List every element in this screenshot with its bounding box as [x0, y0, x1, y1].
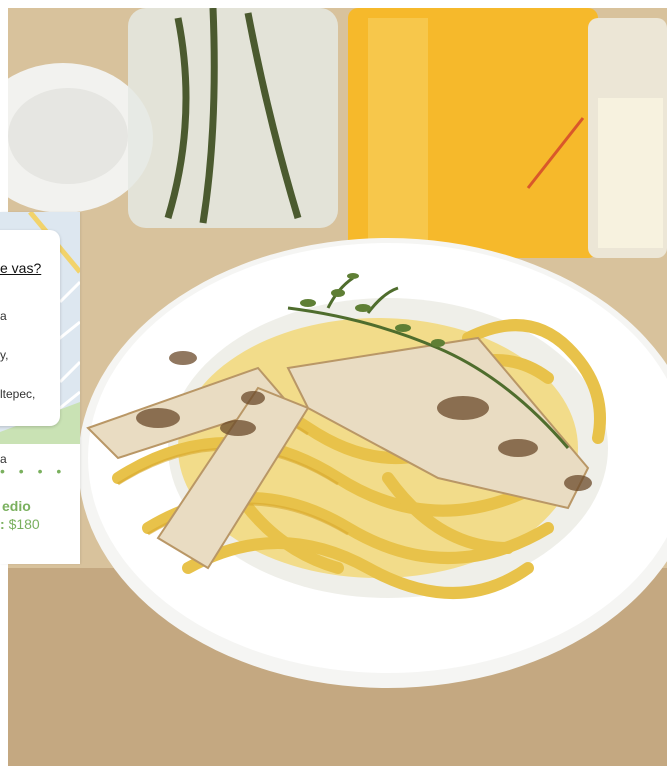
- address-lines: a y, ltepec, a: [0, 284, 35, 492]
- dot-separator: • • • •: [0, 463, 67, 479]
- price-prefix: :: [0, 516, 5, 532]
- address-line-3: ltepec,: [0, 387, 36, 401]
- price-value: $180: [8, 516, 40, 532]
- plan-price: : $180: [0, 516, 40, 532]
- plan-name: edio: [2, 498, 31, 514]
- location-question[interactable]: e vas?: [0, 260, 41, 276]
- address-line-1: a: [0, 309, 7, 323]
- address-line-2: y,: [0, 348, 9, 362]
- food-photo: [8, 8, 667, 766]
- pasta-illustration: [8, 8, 667, 766]
- plan-card: e vas? a y, ltepec, a • • • • edio : $18…: [0, 212, 80, 564]
